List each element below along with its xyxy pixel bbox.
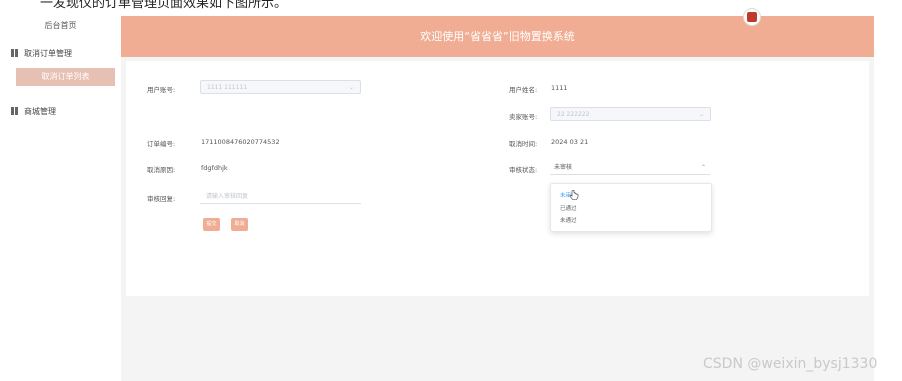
review-status-label: 审核状态:	[509, 166, 538, 174]
avatar-image-icon	[747, 12, 757, 22]
user-account-value: 1111 111111	[207, 84, 248, 91]
chevron-down-icon: ⌄	[348, 84, 354, 91]
user-account-select[interactable]: 1111 111111 ⌄	[200, 80, 361, 94]
cancel-reason-value: fdgfdhjk	[201, 164, 228, 172]
review-status-select[interactable]: 未审核 ⌃	[550, 161, 710, 175]
document-text-fragment: 一发现仪的订单管理页面效果如下图所示。	[0, 0, 902, 16]
seller-account-select[interactable]: 22 222222 ⌄	[550, 107, 711, 121]
sidebar-item-cancel-order-list[interactable]: 取消订单列表	[16, 68, 115, 86]
review-reply-label: 审核回复:	[147, 195, 176, 203]
grid-icon	[10, 107, 19, 116]
document-sentence: 一发现仪的订单管理页面效果如下图所示。	[40, 0, 288, 11]
sidebar-item-mall-manage[interactable]: 商城管理	[10, 102, 115, 120]
chevron-down-icon: ⌄	[698, 111, 704, 118]
sidebar-item-label: 取消订单管理	[24, 48, 72, 58]
submit-button[interactable]: 提交	[203, 218, 220, 231]
sidebar-home-link[interactable]: 后台首页	[0, 20, 121, 31]
seller-account-value: 22 222222	[557, 111, 590, 118]
order-no-value: 1711008476020774532	[201, 138, 280, 146]
user-account-label: 用户账号:	[147, 86, 176, 94]
sidebar-item-cancel-order-manage[interactable]: 取消订单管理	[10, 44, 115, 62]
user-name-label: 用户姓名:	[509, 86, 538, 94]
watermark: CSDN @weixin_bysj1330	[703, 356, 878, 372]
cancel-reason-label: 取消原因:	[147, 166, 176, 174]
hand-cursor-icon	[569, 190, 579, 200]
chevron-up-icon: ⌃	[700, 164, 706, 171]
sidebar-item-label: 商城管理	[24, 106, 56, 116]
review-status-value: 未审核	[554, 164, 573, 171]
cancel-button[interactable]: 取消	[231, 218, 248, 231]
user-name-value: 1111	[551, 84, 568, 92]
review-reply-input[interactable]: 请输入审核回复	[200, 190, 361, 204]
top-header: 欢迎使用“省省省”旧物置换系统	[121, 8, 874, 57]
cancel-time-value: 2024 03 21	[551, 138, 589, 146]
dropdown-option-rejected[interactable]: 未通过	[560, 216, 577, 224]
seller-account-label: 卖家账号:	[509, 113, 538, 121]
review-reply-placeholder: 请输入审核回复	[206, 193, 249, 200]
sidebar: 后台首页 取消订单管理 取消订单列表 商城管理	[0, 16, 121, 381]
header-title: 欢迎使用“省省省”旧物置换系统	[420, 30, 575, 43]
order-no-label: 订单编号:	[147, 140, 176, 148]
dropdown-option-approved[interactable]: 已通过	[560, 204, 577, 212]
avatar[interactable]	[743, 8, 761, 26]
grid-icon	[10, 49, 19, 58]
form-card	[126, 61, 869, 296]
cancel-time-label: 取消时间:	[509, 140, 538, 148]
